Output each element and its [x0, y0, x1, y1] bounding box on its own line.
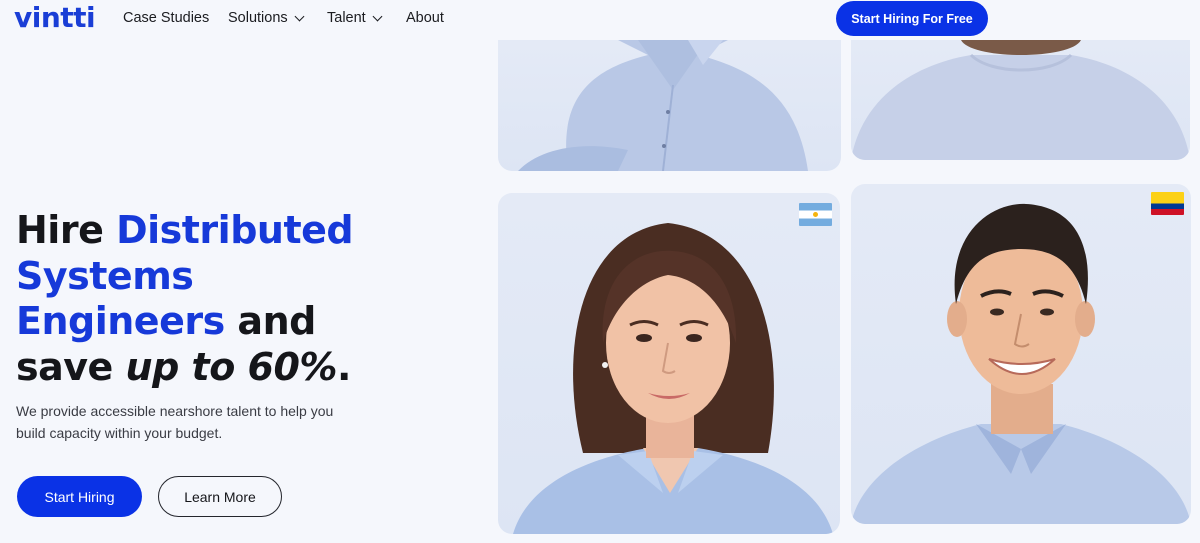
nav-about-label: About: [406, 10, 444, 26]
chevron-down-icon: [372, 11, 383, 21]
landing-page: vintti Case Studies Solutions Talent Abo…: [0, 0, 1200, 543]
colombia-flag-icon: [1151, 192, 1184, 215]
chevron-down-icon: [294, 11, 305, 21]
title-savings: up to 60%: [125, 344, 338, 389]
hero-subtitle: We provide accessible nearshore talent t…: [16, 403, 334, 441]
person-illustration: [513, 223, 833, 534]
top-nav: vintti Case Studies Solutions Talent Abo…: [0, 0, 1200, 40]
title-and: and: [224, 299, 316, 343]
start-hiring-free-button[interactable]: Start Hiring For Free: [836, 1, 988, 36]
nav-solutions[interactable]: Solutions: [228, 9, 305, 27]
talent-photo-man: [851, 184, 1191, 524]
nav-about[interactable]: About: [406, 9, 444, 27]
hero-title: Hire Distributed Systems Engineers and save…: [16, 208, 476, 390]
nav-solutions-label: Solutions: [228, 10, 288, 26]
person-illustration: [518, 40, 808, 171]
title-role-3: Engineers: [16, 299, 225, 343]
start-hiring-button[interactable]: Start Hiring: [17, 476, 142, 517]
talent-photo-man-shirt-top: [498, 40, 841, 171]
learn-more-button[interactable]: Learn More: [158, 476, 282, 517]
nav-talent[interactable]: Talent: [327, 9, 383, 27]
talent-photo-sweater-top: [851, 40, 1190, 160]
title-role-2: Systems: [16, 253, 194, 298]
title-role-1: Distributed: [116, 208, 354, 252]
title-save: save: [16, 344, 126, 389]
talent-photo-woman: [498, 193, 840, 534]
nav-talent-label: Talent: [327, 10, 366, 26]
title-period: .: [337, 344, 351, 389]
title-hire: Hire: [16, 208, 117, 252]
person-illustration: [851, 40, 1190, 160]
sun-icon: [813, 212, 818, 217]
nav-case-studies[interactable]: Case Studies: [123, 9, 209, 27]
argentina-flag-icon: [799, 203, 832, 226]
nav-case-studies-label: Case Studies: [123, 10, 210, 26]
person-illustration: [851, 203, 1191, 524]
vintti-logo[interactable]: vintti: [14, 2, 96, 34]
